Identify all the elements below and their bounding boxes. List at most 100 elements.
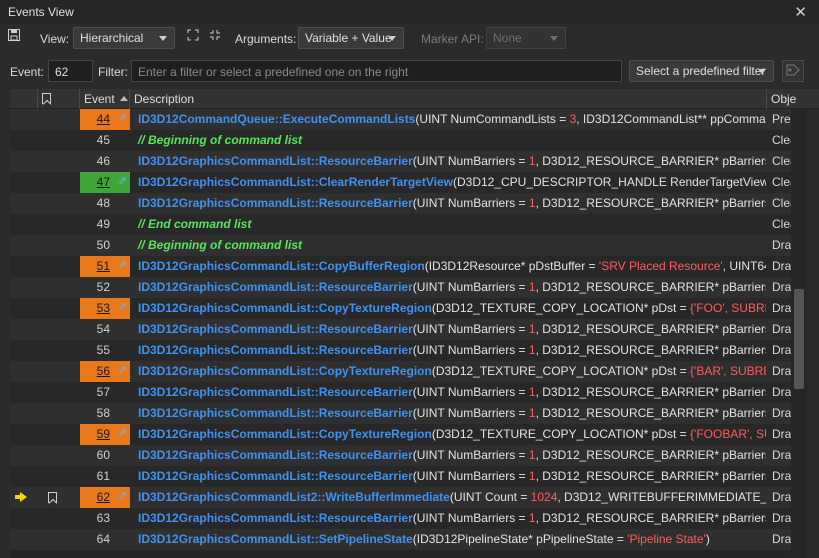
- row-bookmark[interactable]: [38, 508, 80, 529]
- header-marker[interactable]: [10, 89, 38, 109]
- event-id-cell[interactable]: 47 ⇗: [80, 172, 130, 193]
- function-name[interactable]: ID3D12GraphicsCommandList::CopyTextureRe…: [138, 301, 432, 315]
- filter-input[interactable]: Enter a filter or select a predefined on…: [131, 60, 622, 82]
- row-bookmark[interactable]: [38, 214, 80, 235]
- link-icon[interactable]: ⇗: [118, 300, 127, 313]
- header-object[interactable]: Obje: [767, 89, 819, 109]
- table-row[interactable]: 46 ID3D12GraphicsCommandList::ResourceBar…: [10, 151, 791, 172]
- expand-all-icon[interactable]: [187, 29, 199, 44]
- event-id-cell[interactable]: 44 ⇗: [80, 109, 130, 130]
- table-row[interactable]: 57 ID3D12GraphicsCommandList::ResourceBar…: [10, 382, 791, 403]
- row-bookmark[interactable]: [38, 382, 80, 403]
- event-input[interactable]: 62: [48, 60, 93, 82]
- row-bookmark[interactable]: [38, 529, 80, 550]
- function-name[interactable]: ID3D12GraphicsCommandList::ResourceBarri…: [138, 196, 413, 210]
- scrollbar-thumb[interactable]: [794, 289, 804, 389]
- row-bookmark[interactable]: [38, 277, 80, 298]
- event-id-cell[interactable]: 56 ⇗: [80, 361, 130, 382]
- row-bookmark[interactable]: [38, 130, 80, 151]
- table-row[interactable]: 61 ID3D12GraphicsCommandList::ResourceBar…: [10, 466, 791, 487]
- table-row[interactable]: 53 ⇗ ID3D12GraphicsCommandList::CopyTextur…: [10, 298, 791, 319]
- function-name[interactable]: ID3D12GraphicsCommandList::ResourceBarri…: [138, 343, 413, 357]
- table-row[interactable]: 62 ⇗ ID3D12GraphicsCommandList2::WriteBuff…: [10, 487, 791, 508]
- vertical-scrollbar[interactable]: [791, 109, 807, 558]
- argument-text: , D3D12_RESOURCE_BARRIER* pBarriers =: [535, 385, 766, 399]
- table-row[interactable]: 59 ⇗ ID3D12GraphicsCommandList::CopyTextur…: [10, 424, 791, 445]
- event-object: Dra: [772, 238, 791, 252]
- table-row[interactable]: 48 ID3D12GraphicsCommandList::ResourceBar…: [10, 193, 791, 214]
- row-bookmark[interactable]: [38, 172, 80, 193]
- row-bookmark[interactable]: [38, 319, 80, 340]
- table-row[interactable]: 58 ID3D12GraphicsCommandList::ResourceBar…: [10, 403, 791, 424]
- function-name[interactable]: ID3D12GraphicsCommandList::ClearRenderTa…: [138, 175, 453, 189]
- predefined-filter-select[interactable]: Select a predefined filter: [629, 60, 774, 82]
- argument-text: , D3D12_RESOURCE_BARRIER* pBarriers =: [535, 196, 766, 210]
- link-icon[interactable]: ⇗: [118, 111, 127, 124]
- event-id-cell[interactable]: 51 ⇗: [80, 256, 130, 277]
- row-bookmark[interactable]: [38, 466, 80, 487]
- header-event[interactable]: Event: [80, 89, 130, 109]
- table-row[interactable]: 44 ⇗ ID3D12CommandQueue::ExecuteCommandLis…: [10, 109, 791, 130]
- function-name[interactable]: ID3D12GraphicsCommandList::ResourceBarri…: [138, 280, 413, 294]
- function-name[interactable]: ID3D12GraphicsCommandList::SetPipelineSt…: [138, 532, 413, 546]
- table-row[interactable]: 60 ID3D12GraphicsCommandList::ResourceBar…: [10, 445, 791, 466]
- table-row[interactable]: 51 ⇗ ID3D12GraphicsCommandList::CopyBuffer…: [10, 256, 791, 277]
- row-bookmark[interactable]: [38, 361, 80, 382]
- row-bookmark[interactable]: [38, 403, 80, 424]
- event-id-cell: 61: [80, 466, 130, 487]
- table-row[interactable]: 63 ID3D12GraphicsCommandList::ResourceBar…: [10, 508, 791, 529]
- row-bookmark[interactable]: [38, 151, 80, 172]
- event-id-cell[interactable]: 62 ⇗: [80, 487, 130, 508]
- collapse-all-icon[interactable]: [209, 29, 221, 44]
- save-icon[interactable]: [8, 29, 20, 44]
- tag-icon[interactable]: [782, 60, 804, 82]
- link-icon[interactable]: ⇗: [118, 258, 127, 271]
- row-bookmark[interactable]: [38, 298, 80, 319]
- header-bookmark[interactable]: [38, 89, 80, 109]
- function-name[interactable]: ID3D12GraphicsCommandList::ResourceBarri…: [138, 469, 413, 483]
- table-row[interactable]: 55 ID3D12GraphicsCommandList::ResourceBar…: [10, 340, 791, 361]
- row-bookmark[interactable]: [38, 256, 80, 277]
- function-name[interactable]: ID3D12GraphicsCommandList2::WriteBufferI…: [138, 490, 450, 504]
- arguments-select[interactable]: Variable + Value: [298, 27, 404, 49]
- link-icon[interactable]: ⇗: [118, 174, 127, 187]
- row-bookmark[interactable]: [38, 424, 80, 445]
- argument-text: (UINT NumBarriers =: [412, 511, 529, 525]
- table-row[interactable]: 45 // Beginning of command list Clea: [10, 130, 791, 151]
- function-name[interactable]: ID3D12GraphicsCommandList::ResourceBarri…: [138, 154, 413, 168]
- close-icon[interactable]: ✕: [794, 3, 807, 21]
- link-icon[interactable]: ⇗: [118, 489, 127, 502]
- row-bookmark[interactable]: [38, 445, 80, 466]
- function-name[interactable]: ID3D12GraphicsCommandList::ResourceBarri…: [138, 406, 413, 420]
- table-row[interactable]: 56 ⇗ ID3D12GraphicsCommandList::CopyTextur…: [10, 361, 791, 382]
- function-name[interactable]: ID3D12GraphicsCommandList::ResourceBarri…: [138, 448, 413, 462]
- event-description: // Beginning of command list: [132, 235, 766, 256]
- table-row[interactable]: 49 // End command list Clea: [10, 214, 791, 235]
- header-description[interactable]: Description: [130, 89, 767, 109]
- view-select[interactable]: Hierarchical: [73, 27, 175, 49]
- function-name[interactable]: ID3D12GraphicsCommandList::CopyTextureRe…: [138, 427, 432, 441]
- table-row[interactable]: 64 ID3D12GraphicsCommandList::SetPipeline…: [10, 529, 791, 550]
- function-name[interactable]: ID3D12GraphicsCommandList::CopyBufferReg…: [138, 259, 425, 273]
- function-name[interactable]: ID3D12CommandQueue::ExecuteCommandLists: [138, 112, 415, 126]
- argument-text: (UINT NumCommandLists =: [415, 112, 570, 126]
- row-bookmark[interactable]: [38, 340, 80, 361]
- event-id-cell: 48: [80, 193, 130, 214]
- event-id-cell[interactable]: 59 ⇗: [80, 424, 130, 445]
- table-row[interactable]: 47 ⇗ ID3D12GraphicsCommandList::ClearRende…: [10, 172, 791, 193]
- link-icon[interactable]: ⇗: [118, 426, 127, 439]
- function-name[interactable]: ID3D12GraphicsCommandList::ResourceBarri…: [138, 511, 413, 525]
- table-row[interactable]: 50 // Beginning of command list Dra: [10, 235, 791, 256]
- function-name[interactable]: ID3D12GraphicsCommandList::ResourceBarri…: [138, 322, 413, 336]
- link-icon[interactable]: ⇗: [118, 363, 127, 376]
- function-name[interactable]: ID3D12GraphicsCommandList::ResourceBarri…: [138, 385, 413, 399]
- row-bookmark[interactable]: [38, 109, 80, 130]
- table-row[interactable]: 54 ID3D12GraphicsCommandList::ResourceBar…: [10, 319, 791, 340]
- row-bookmark[interactable]: [38, 193, 80, 214]
- row-bookmark[interactable]: [38, 487, 80, 508]
- event-id-cell[interactable]: 53 ⇗: [80, 298, 130, 319]
- row-bookmark[interactable]: [38, 235, 80, 256]
- table-row[interactable]: 52 ID3D12GraphicsCommandList::ResourceBar…: [10, 277, 791, 298]
- argument-text: (UINT Count =: [449, 490, 531, 504]
- function-name[interactable]: ID3D12GraphicsCommandList::CopyTextureRe…: [138, 364, 432, 378]
